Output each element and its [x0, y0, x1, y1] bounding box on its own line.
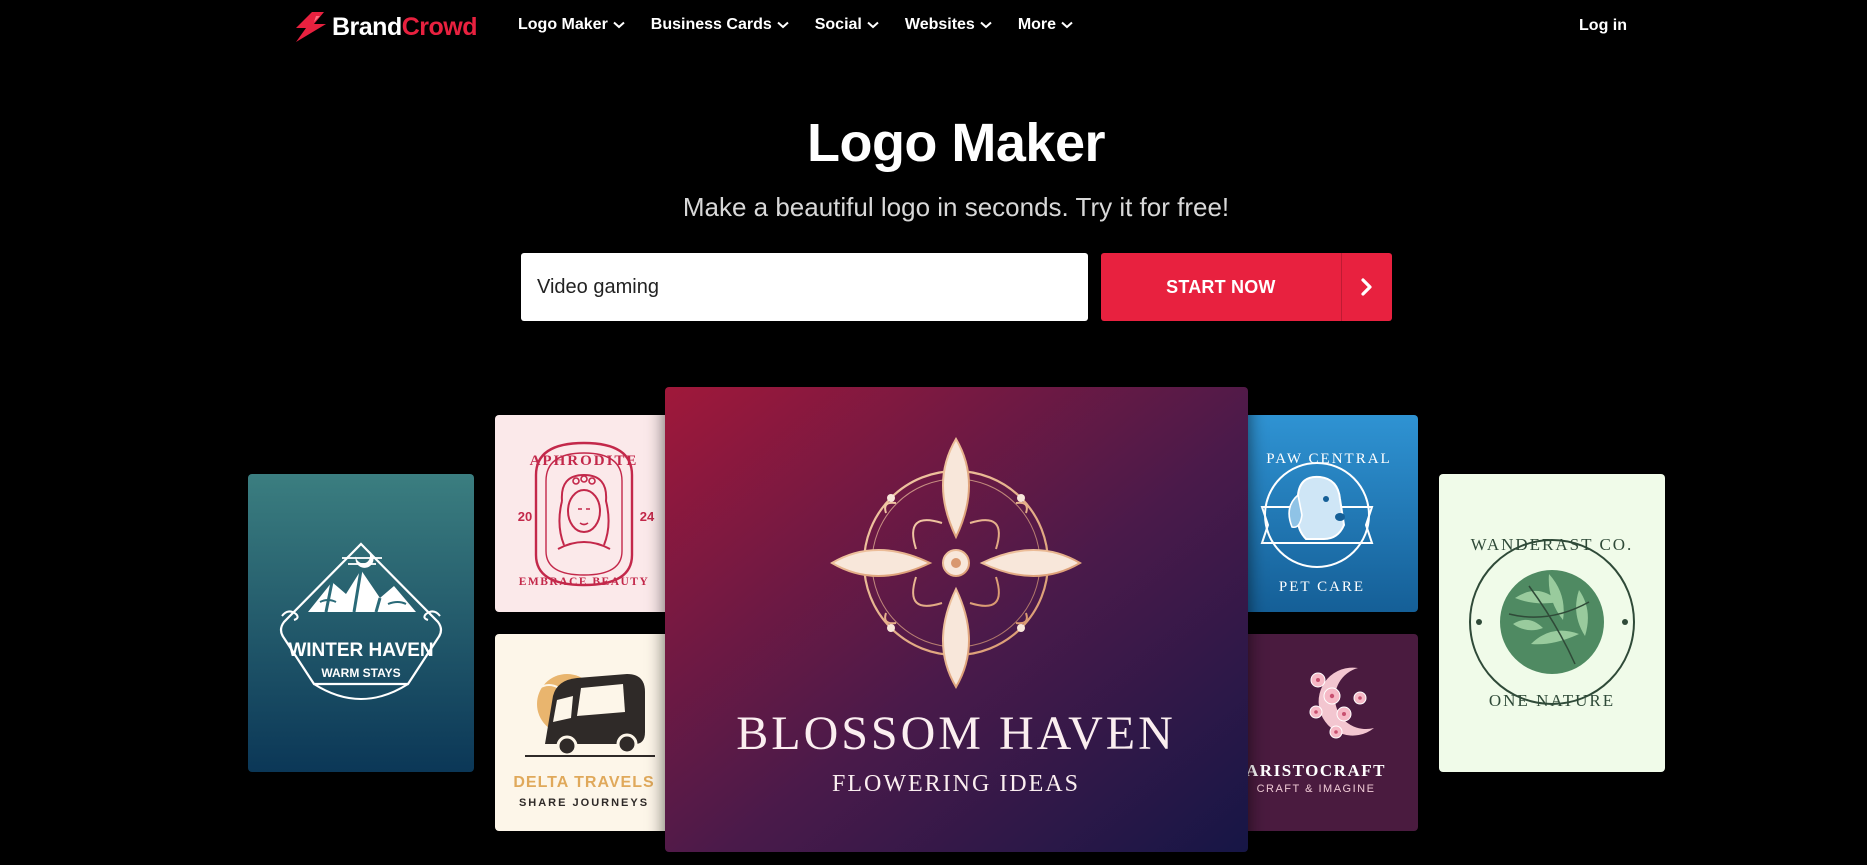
- menu-social[interactable]: Social: [815, 16, 879, 34]
- aphrodite-name: APHRODITE: [530, 453, 639, 469]
- delta-travels-tagline: SHARE JOURNEYS: [519, 797, 649, 809]
- page-subtitle: Make a beautiful logo in seconds. Try it…: [682, 192, 1230, 222]
- aristocraft-tagline: CRAFT & IMAGINE: [1257, 783, 1376, 795]
- brand-name: BrandCrowd: [332, 12, 478, 41]
- aphrodite-year-right: 24: [640, 509, 655, 524]
- menu-label: More: [1017, 16, 1057, 33]
- winter-haven-tagline: WARM STAYS: [321, 666, 400, 680]
- menu-business-cards[interactable]: Business Cards: [651, 16, 789, 34]
- menu-label: Business Cards: [650, 16, 772, 33]
- brand-logo[interactable]: BrandCrowd: [290, 10, 478, 44]
- menu-logo-maker[interactable]: Logo Maker: [518, 16, 625, 34]
- menu-more[interactable]: More: [1018, 16, 1073, 34]
- aristocraft-name: ARISTOCRAFT: [1246, 761, 1386, 780]
- paw-central-tagline: PET CARE: [1279, 579, 1365, 595]
- logo-card-wanderast[interactable]: WANDERAST CO. ONE NATURE: [1439, 474, 1665, 772]
- chevron-down-icon: [777, 21, 789, 29]
- logo-card-winter-haven[interactable]: WINTER HAVEN WARM STAYS: [248, 474, 474, 772]
- menu-label: Logo Maker: [518, 16, 608, 33]
- aphrodite-tagline: EMBRACE BEAUTY: [519, 576, 650, 588]
- logo-card-blossom-haven[interactable]: BLOSSOM HAVEN FLOWERING IDEAS: [665, 387, 1248, 852]
- chevron-down-icon: [1061, 21, 1073, 29]
- menu-label: Websites: [904, 16, 975, 33]
- start-now-button[interactable]: START NOW: [1101, 253, 1392, 321]
- main-menu: Logo Maker Business Cards Social Website…: [518, 16, 1099, 34]
- brand-bolt-icon: [296, 12, 326, 42]
- menu-label: Social: [814, 16, 862, 33]
- menu-websites[interactable]: Websites: [905, 16, 992, 34]
- blossom-haven-tagline: FLOWERING IDEAS: [832, 771, 1080, 797]
- aphrodite-year-left: 20: [518, 509, 532, 524]
- logo-card-paw-central[interactable]: PAW CENTRAL PET CARE: [1240, 415, 1418, 612]
- chevron-down-icon: [867, 21, 879, 29]
- wanderast-name: WANDERAST CO.: [1471, 535, 1634, 554]
- page: BrandCrowd Logo Maker Business Cards Soc…: [0, 0, 1867, 865]
- search-input[interactable]: [521, 253, 1088, 321]
- chevron-down-icon: [980, 21, 992, 29]
- page-title: Logo Maker: [806, 113, 1106, 173]
- blossom-haven-name: BLOSSOM HAVEN: [736, 707, 1176, 760]
- winter-haven-name: WINTER HAVEN: [288, 640, 433, 661]
- start-now-label: START NOW: [1166, 276, 1276, 297]
- chevron-right-icon: [1340, 253, 1392, 321]
- delta-travels-name: DELTA TRAVELS: [513, 774, 654, 791]
- login-link[interactable]: Log in: [1579, 17, 1627, 35]
- top-nav: BrandCrowd Logo Maker Business Cards Soc…: [0, 0, 1867, 54]
- chevron-down-icon: [613, 21, 625, 29]
- paw-central-name: PAW CENTRAL: [1266, 451, 1391, 467]
- wanderast-tagline: ONE NATURE: [1489, 691, 1615, 710]
- logo-card-delta-travels[interactable]: DELTA TRAVELS SHARE JOURNEYS: [495, 634, 673, 831]
- logo-card-aristocraft[interactable]: ARISTOCRAFT CRAFT & IMAGINE: [1240, 634, 1418, 831]
- logo-card-aphrodite[interactable]: APHRODITE 20 24 EMBRACE BEAUTY: [495, 415, 673, 612]
